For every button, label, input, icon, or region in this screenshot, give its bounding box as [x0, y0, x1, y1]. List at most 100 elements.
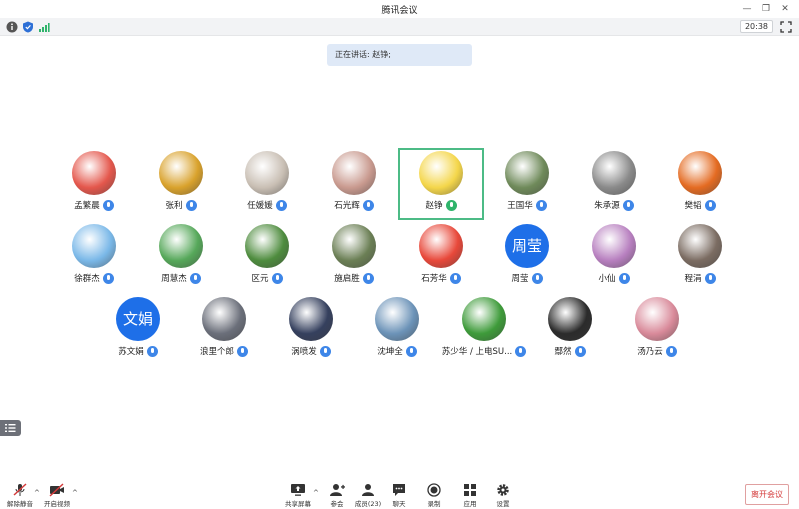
- participant-name-row: 小仙: [571, 272, 657, 284]
- participant-tile[interactable]: 石光辉: [311, 148, 397, 220]
- participant-tile[interactable]: 朱承源: [571, 148, 657, 220]
- mic-status-icon: [574, 345, 586, 357]
- participant-name: 樊韬: [684, 201, 702, 211]
- avatar: [332, 151, 376, 195]
- settings-label: 设置: [496, 500, 510, 508]
- participant-name-row: 孟繁晨: [51, 199, 137, 211]
- participant-tile[interactable]: 任媛媛: [224, 148, 310, 220]
- participant-name: 徐群杰: [74, 274, 100, 284]
- title-bar: 腾讯会议 — ❐ ✕: [0, 0, 799, 18]
- chat-button[interactable]: 聊天: [379, 483, 419, 509]
- participant-name: 汤乃云: [637, 347, 663, 357]
- window-title: 腾讯会议: [381, 6, 418, 16]
- mic-status-icon: [189, 272, 201, 284]
- avatar: [419, 224, 463, 268]
- participant-tile[interactable]: 浪里个郎: [181, 294, 267, 366]
- unmute-label: 解除静音: [7, 500, 33, 508]
- avatar: [462, 297, 506, 341]
- participant-tile[interactable]: 汤乃云: [614, 294, 700, 366]
- minimize-button[interactable]: —: [740, 2, 754, 16]
- participant-name: 周慧杰: [161, 274, 187, 284]
- mic-status-icon: [405, 345, 417, 357]
- avatar: [72, 151, 116, 195]
- shield-icon[interactable]: [22, 21, 34, 33]
- participant-tile[interactable]: 沈坤全: [354, 294, 440, 366]
- mic-muted-icon: [13, 483, 27, 496]
- avatar: [505, 151, 549, 195]
- participant-name-row: 苏文娟: [95, 345, 181, 357]
- video-button[interactable]: 开启视频: [37, 483, 77, 509]
- participant-name: 区元: [251, 274, 269, 284]
- video-label: 开启视频: [44, 500, 70, 508]
- restore-button[interactable]: ❐: [759, 2, 773, 16]
- participant-name-row: 樊韬: [657, 199, 743, 211]
- participant-name: 浪里个郎: [199, 347, 234, 357]
- members-icon: [362, 484, 374, 496]
- participant-tile[interactable]: 区元: [224, 221, 310, 293]
- mic-status-icon: [271, 272, 283, 284]
- mic-status-icon: [665, 345, 677, 357]
- mic-status-icon: [102, 199, 114, 211]
- participant-tile[interactable]: 周莹 周莹: [484, 221, 570, 293]
- participant-name: 张利: [165, 201, 183, 211]
- participant-name-row: 区元: [224, 272, 310, 284]
- participant-tile[interactable]: 孟繁晨: [51, 148, 137, 220]
- avatar: [548, 297, 592, 341]
- participant-tile[interactable]: 涡喷发: [268, 294, 354, 366]
- info-icon[interactable]: [6, 21, 18, 33]
- participant-tile[interactable]: 徐群杰: [51, 221, 137, 293]
- mic-status-icon: [515, 345, 527, 357]
- mic-status-icon: [704, 272, 716, 284]
- mic-status-icon: [445, 199, 457, 211]
- leave-meeting-button[interactable]: 离开会议: [745, 484, 789, 505]
- participant-name-row: 任媛媛: [224, 199, 310, 211]
- participant-tile[interactable]: 樊韬: [657, 148, 743, 220]
- participant-tile[interactable]: 程涓: [657, 221, 743, 293]
- signal-icon[interactable]: [38, 21, 50, 33]
- mic-status-icon: [275, 199, 287, 211]
- avatar: [159, 151, 203, 195]
- settings-button[interactable]: 设置: [483, 483, 523, 509]
- status-bar: 20:38: [0, 18, 799, 36]
- participant-name: 石芳华: [421, 274, 447, 284]
- participant-name-row: 徐群杰: [51, 272, 137, 284]
- participant-tile[interactable]: 小仙: [571, 221, 657, 293]
- participant-tile[interactable]: 王国华: [484, 148, 570, 220]
- avatar: [375, 297, 419, 341]
- video-options-chevron-icon[interactable]: ^: [72, 489, 78, 497]
- participant-tile[interactable]: 赵铮: [398, 148, 484, 220]
- participant-tile[interactable]: 施启胜: [311, 221, 397, 293]
- participant-name: 小仙: [598, 274, 616, 284]
- participant-name: 孟繁晨: [74, 201, 100, 211]
- participant-tile[interactable]: 鄢然: [527, 294, 613, 366]
- participant-tile[interactable]: 苏少华 / 上电SU...: [441, 294, 527, 366]
- participant-name-row: 张利: [138, 199, 224, 211]
- fullscreen-icon[interactable]: [779, 20, 793, 34]
- mic-status-icon: [622, 199, 634, 211]
- participant-name: 苏少华 / 上电SU...: [441, 347, 513, 357]
- participant-name-row: 石光辉: [311, 199, 397, 211]
- avatar: [332, 224, 376, 268]
- participant-tile[interactable]: 石芳华: [398, 221, 484, 293]
- mic-status-icon: [535, 199, 547, 211]
- member-list-toggle[interactable]: [0, 420, 21, 436]
- close-button[interactable]: ✕: [778, 2, 792, 16]
- mic-status-icon: [362, 199, 374, 211]
- participant-tile[interactable]: 周慧杰: [138, 221, 224, 293]
- record-button[interactable]: 录制: [414, 483, 454, 509]
- mic-status-icon: [362, 272, 374, 284]
- avatar: [419, 151, 463, 195]
- mic-status-icon: [185, 199, 197, 211]
- participant-tile[interactable]: 文娟 苏文娟: [95, 294, 181, 366]
- meeting-toolbar: 解除静音 ^ 开启视频 ^ 共享屏幕 ^ 参会 成员(23) 聊天 录制 应用 …: [0, 476, 799, 509]
- avatar: [245, 151, 289, 195]
- avatar: [678, 224, 722, 268]
- mic-status-icon: [531, 272, 543, 284]
- mic-status-icon: [102, 272, 114, 284]
- add-member-icon: [330, 484, 345, 496]
- participant-name-row: 苏少华 / 上电SU...: [441, 345, 527, 357]
- participant-tile[interactable]: 张利: [138, 148, 224, 220]
- share-screen-button[interactable]: 共享屏幕: [278, 483, 318, 509]
- participant-name: 王国华: [507, 201, 533, 211]
- list-icon: [5, 424, 16, 432]
